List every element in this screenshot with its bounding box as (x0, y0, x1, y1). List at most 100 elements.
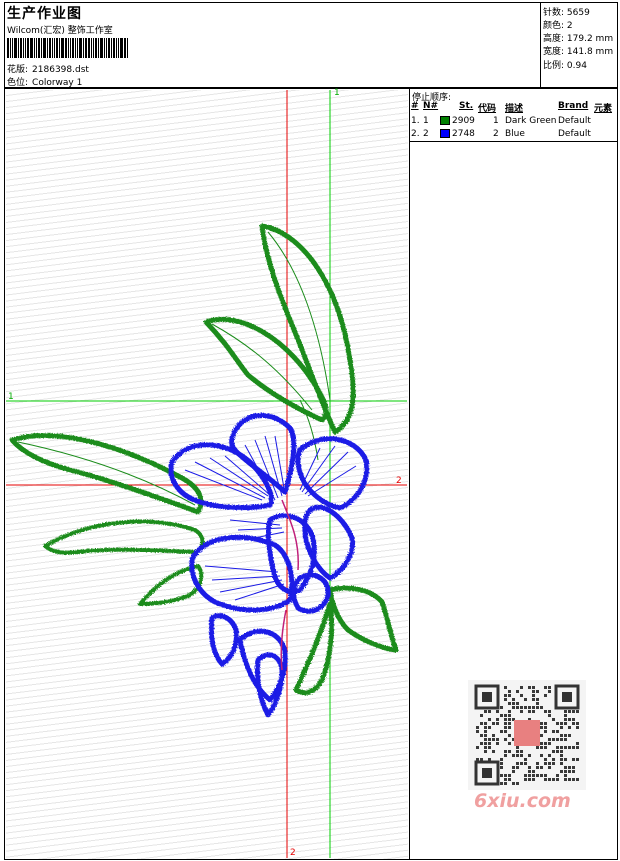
qr-module (556, 722, 559, 725)
qr-module (520, 694, 523, 697)
qr-module (556, 774, 559, 777)
qr-module (492, 738, 495, 741)
qr-module (508, 710, 511, 713)
qr-module (576, 710, 579, 713)
qr-module (516, 754, 519, 757)
qr-module (500, 706, 503, 709)
qr-module (552, 778, 555, 781)
qr-module (508, 714, 511, 717)
qr-module (484, 726, 487, 729)
qr-module (488, 718, 491, 721)
qr-module (516, 746, 519, 749)
qr-module (532, 698, 535, 701)
qr-module (476, 726, 479, 729)
qr-module (572, 766, 575, 769)
qr-module (540, 726, 543, 729)
qr-module (556, 738, 559, 741)
qr-module (544, 762, 547, 765)
qr-module (540, 774, 543, 777)
qr-module (504, 774, 507, 777)
qr-module (492, 722, 495, 725)
qr-module (564, 766, 567, 769)
qr-module (544, 726, 547, 729)
qr-module (520, 750, 523, 753)
qr-module (492, 734, 495, 737)
qr-module (516, 690, 519, 693)
petal-lower-right (291, 572, 331, 614)
watermark-text: 6xiu.com (474, 790, 571, 812)
qr-module (520, 686, 523, 689)
qr-module (536, 690, 539, 693)
qr-module (568, 710, 571, 713)
qr-module (540, 722, 543, 725)
qr-module (576, 758, 579, 761)
qr-module (544, 694, 547, 697)
qr-module (504, 726, 507, 729)
qr-module (508, 778, 511, 781)
qr-module (536, 774, 539, 777)
qr-module (496, 738, 499, 741)
qr-module (484, 750, 487, 753)
qr-module (496, 722, 499, 725)
qr-module (568, 734, 571, 737)
qr-module (560, 762, 563, 765)
qr-module (544, 774, 547, 777)
qr-module (500, 762, 503, 765)
qr-module (500, 714, 503, 717)
qr-module (564, 714, 567, 717)
qr-module (536, 706, 539, 709)
qr-module (504, 718, 507, 721)
qr-module (560, 754, 563, 757)
qr-module (504, 694, 507, 697)
qr-module (528, 710, 531, 713)
qr-module (560, 750, 563, 753)
qr-module (564, 758, 567, 761)
qr-module (532, 690, 535, 693)
qr-module (564, 734, 567, 737)
qr-module (548, 742, 551, 745)
qr-module (564, 746, 567, 749)
qr-module (552, 738, 555, 741)
qr-module (576, 722, 579, 725)
qr-module (576, 742, 579, 745)
qr-module (560, 722, 563, 725)
qr-module (564, 738, 567, 741)
qr-module (516, 750, 519, 753)
qr-module (476, 746, 479, 749)
qr-module (508, 750, 511, 753)
qr-module (568, 718, 571, 721)
qr-module (568, 770, 571, 773)
qr-module (512, 698, 515, 701)
qr-module (504, 722, 507, 725)
qr-module (508, 694, 511, 697)
qr-module (480, 742, 483, 745)
qr-module (532, 774, 535, 777)
qr-module (536, 762, 539, 765)
qr-module (484, 734, 487, 737)
qr-module (544, 778, 547, 781)
axis-label-right: 2 (396, 476, 402, 486)
axis-label-bottom: 2 (290, 848, 296, 858)
qr-module (544, 686, 547, 689)
qr-module (520, 710, 523, 713)
qr-module (572, 718, 575, 721)
qr-module (488, 746, 491, 749)
qr-module (528, 778, 531, 781)
qr-module (564, 710, 567, 713)
axis-label-top: 1 (334, 88, 340, 98)
qr-module (556, 730, 559, 733)
qr-module (484, 730, 487, 733)
qr-module (532, 686, 535, 689)
qr-module (508, 718, 511, 721)
qr-module (508, 690, 511, 693)
qr-module (484, 722, 487, 725)
qr-module (504, 782, 507, 785)
qr-module (560, 738, 563, 741)
qr-module (504, 698, 507, 701)
qr-module (540, 766, 543, 769)
qr-module (500, 782, 503, 785)
qr-module (572, 746, 575, 749)
bud-bottom-stem (255, 652, 285, 718)
qr-module (560, 746, 563, 749)
qr-module (492, 750, 495, 753)
